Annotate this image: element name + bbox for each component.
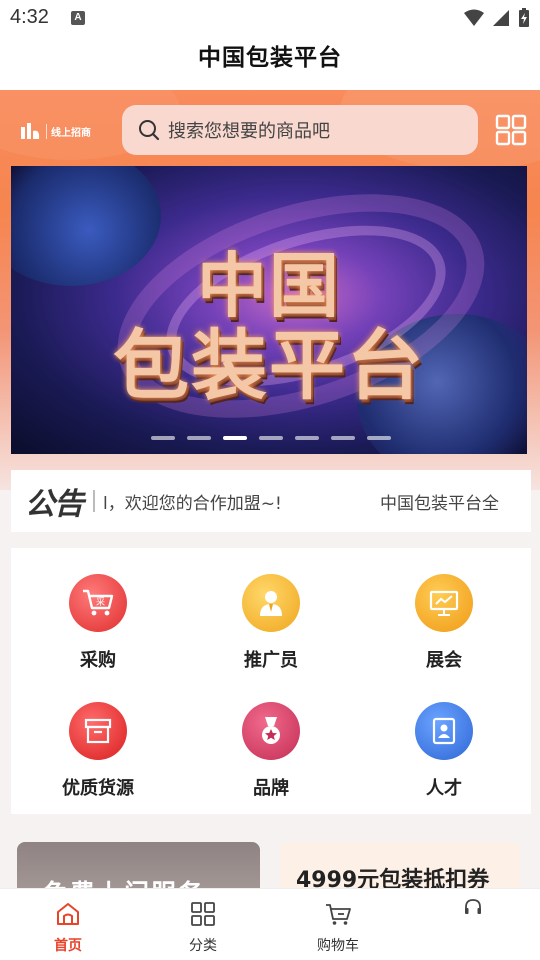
wifi-icon	[464, 9, 484, 26]
carousel-dot[interactable]	[223, 436, 247, 440]
status-icons	[464, 8, 530, 28]
search-icon	[139, 120, 160, 141]
home-icon	[57, 903, 79, 925]
signal-icon	[493, 10, 509, 26]
category-grid: 采 采购 推广员 展会 优质货源 品牌 人才	[11, 548, 531, 814]
tab-label: 购物车	[317, 938, 359, 954]
category-label: 推广员	[244, 650, 298, 671]
category-talent[interactable]: 人才	[384, 702, 504, 800]
category-label: 采购	[80, 650, 116, 671]
announcement-bar[interactable]: 公告 l，欢迎您的合作加盟~! 中国包装平台全	[11, 470, 531, 532]
category-purchase[interactable]: 采 采购	[38, 574, 158, 672]
banner-carousel[interactable]: 中国 包装平台	[11, 166, 527, 454]
tab-label: 分类	[189, 938, 217, 954]
status-bar: 4:32 A	[0, 0, 540, 36]
category-label: 展会	[426, 650, 462, 671]
box-icon	[69, 702, 127, 760]
logo-text: 线上招商	[46, 123, 91, 139]
category-promoter[interactable]: 推广员	[211, 574, 331, 672]
tab-label: 首页	[54, 938, 82, 954]
divider	[93, 490, 95, 512]
status-time: 4:32	[10, 6, 49, 28]
notification-icon: A	[71, 11, 85, 25]
carousel-dot[interactable]	[187, 436, 211, 440]
cart-icon: 采	[69, 574, 127, 632]
bottom-tab-bar: 首页 分类 购物车	[0, 888, 540, 960]
category-icon	[191, 902, 215, 926]
carousel-dot[interactable]	[151, 436, 175, 440]
carousel-dot[interactable]	[367, 436, 391, 440]
carousel-dot[interactable]	[331, 436, 355, 440]
tab-cart[interactable]: 购物车	[293, 901, 383, 955]
carousel-indicator	[151, 436, 391, 440]
category-label: 人才	[426, 778, 462, 799]
banner-title-line2: 包装平台	[113, 321, 425, 410]
tab-home[interactable]: 首页	[23, 901, 113, 955]
category-quality-supply[interactable]: 优质货源	[38, 702, 158, 800]
announcement-text-scroll: 中国包装平台全	[380, 493, 499, 514]
headset-icon	[465, 899, 481, 914]
promoter-icon	[242, 574, 300, 632]
brand-logo[interactable]: 线上招商	[18, 114, 106, 148]
tab-customer-service[interactable]	[428, 897, 518, 927]
announcement-text: l，欢迎您的合作加盟~!	[103, 493, 282, 514]
cart-icon	[326, 904, 351, 925]
carousel-dot[interactable]	[259, 436, 283, 440]
exhibition-icon	[415, 574, 473, 632]
search-bar[interactable]: 搜索您想要的商品吧	[122, 105, 478, 155]
carousel-dot[interactable]	[295, 436, 319, 440]
category-brand[interactable]: 品牌	[211, 702, 331, 800]
grid-menu-icon[interactable]	[495, 114, 527, 146]
category-label: 优质货源	[62, 778, 134, 799]
battery-icon	[519, 8, 529, 27]
announcement-label: 公告	[25, 487, 84, 522]
tab-category[interactable]: 分类	[158, 901, 248, 955]
search-placeholder: 搜索您想要的商品吧	[168, 121, 330, 142]
svg-text:采: 采	[96, 597, 105, 608]
medal-icon	[242, 702, 300, 760]
category-label: 品牌	[253, 778, 289, 799]
category-exhibition[interactable]: 展会	[384, 574, 504, 672]
talent-icon	[415, 702, 473, 760]
logo-icon	[21, 123, 40, 139]
